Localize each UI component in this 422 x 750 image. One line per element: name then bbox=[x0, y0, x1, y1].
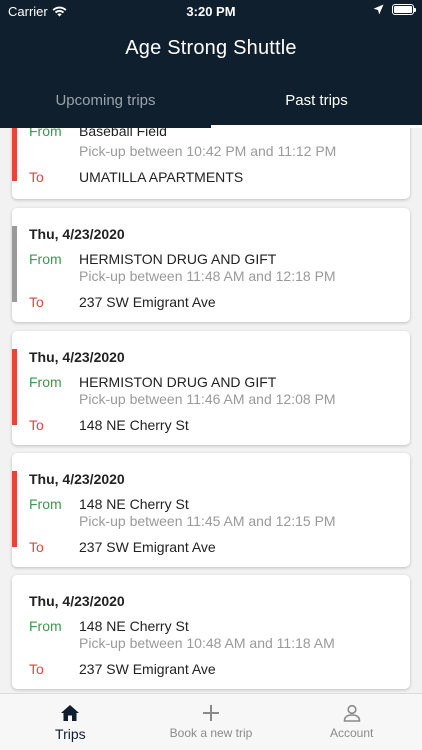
nav-trips-label: Trips bbox=[55, 726, 86, 742]
trip-status-bar bbox=[12, 471, 17, 547]
trip-card[interactable]: Thu, 4/23/2020 From HERMISTON DRUG AND GI… bbox=[12, 208, 410, 322]
trip-card[interactable]: Thu, 4/23/2020 From 148 NE Cherry St Pick… bbox=[12, 575, 410, 689]
from-location: 148 NE Cherry St bbox=[79, 618, 189, 634]
from-label: From bbox=[29, 251, 62, 267]
from-label: From bbox=[29, 496, 62, 512]
trip-tabs: Upcoming trips Past trips bbox=[0, 74, 422, 128]
plus-icon bbox=[203, 705, 219, 721]
home-icon bbox=[61, 705, 80, 721]
trip-date: Thu, 4/23/2020 bbox=[29, 226, 125, 242]
pickup-window: Pick-up between 10:42 PM and 11:12 PM bbox=[79, 143, 337, 159]
nav-trips[interactable]: Trips bbox=[0, 694, 141, 750]
to-label: To bbox=[29, 294, 44, 310]
from-location: Baseball Field bbox=[79, 128, 167, 139]
from-label: From bbox=[29, 618, 62, 634]
to-location: UMATILLA APARTMENTS bbox=[79, 169, 244, 185]
pickup-window: Pick-up between 10:48 AM and 11:18 AM bbox=[79, 635, 335, 651]
to-label: To bbox=[29, 539, 44, 555]
app-header: Age Strong Shuttle bbox=[0, 22, 422, 74]
tab-upcoming-trips[interactable]: Upcoming trips bbox=[0, 74, 211, 128]
from-location: HERMISTON DRUG AND GIFT bbox=[79, 251, 277, 267]
trip-status-bar bbox=[12, 226, 17, 302]
nav-book-label: Book a new trip bbox=[169, 726, 253, 740]
to-label: To bbox=[29, 417, 44, 433]
trip-card[interactable]: Thu, 4/23/2020 From 148 NE Cherry St Pick… bbox=[12, 453, 410, 567]
from-location: HERMISTON DRUG AND GIFT bbox=[79, 374, 277, 390]
nav-account-label: Account bbox=[330, 726, 374, 740]
trip-date: Thu, 4/23/2020 bbox=[29, 471, 125, 487]
account-icon bbox=[343, 704, 360, 722]
from-label: From bbox=[29, 374, 62, 390]
to-location: 237 SW Emigrant Ave bbox=[79, 661, 216, 677]
battery-icon bbox=[392, 4, 416, 15]
to-label: To bbox=[29, 169, 44, 185]
trip-card[interactable]: From Baseball Field Pick-up between 10:42… bbox=[12, 128, 410, 199]
nav-account[interactable]: Account bbox=[281, 694, 422, 750]
pickup-window: Pick-up between 11:48 AM and 12:18 PM bbox=[79, 268, 336, 284]
page-title: Age Strong Shuttle bbox=[125, 37, 297, 59]
trip-card[interactable]: Thu, 4/23/2020 From HERMISTON DRUG AND GI… bbox=[12, 331, 410, 445]
to-location: 237 SW Emigrant Ave bbox=[79, 539, 216, 555]
trip-date: Thu, 4/23/2020 bbox=[29, 349, 125, 365]
to-label: To bbox=[29, 661, 44, 677]
trip-list[interactable]: From Baseball Field Pick-up between 10:42… bbox=[0, 128, 422, 693]
trip-status-bar bbox=[12, 349, 17, 425]
from-location: 148 NE Cherry St bbox=[79, 496, 189, 512]
trip-date: Thu, 4/23/2020 bbox=[29, 593, 125, 609]
tab-past-trips[interactable]: Past trips bbox=[211, 74, 422, 128]
from-label: From bbox=[29, 128, 62, 139]
pickup-window: Pick-up between 11:45 AM and 12:15 PM bbox=[79, 513, 336, 529]
clock: 3:20 PM bbox=[186, 4, 236, 19]
nav-book-new-trip[interactable]: Book a new trip bbox=[141, 694, 282, 750]
to-location: 237 SW Emigrant Ave bbox=[79, 294, 216, 310]
pickup-window: Pick-up between 11:46 AM and 12:08 PM bbox=[79, 391, 336, 407]
trip-status-bar bbox=[12, 128, 17, 181]
to-location: 148 NE Cherry St bbox=[79, 417, 189, 433]
status-bar: Carrier 3:20 PM bbox=[0, 0, 422, 22]
bottom-tab-bar: Trips Book a new trip Account bbox=[0, 693, 422, 750]
location-arrow-icon bbox=[373, 4, 384, 15]
